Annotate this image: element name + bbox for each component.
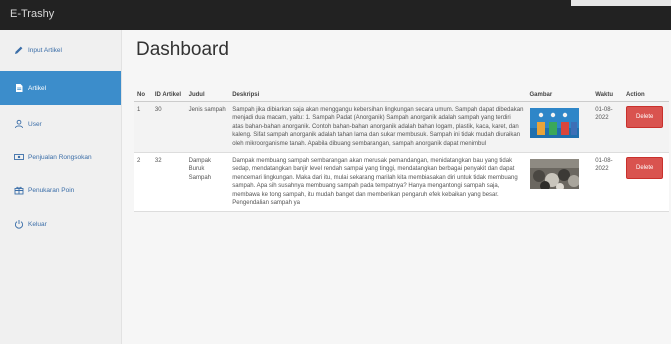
column-header-no: No — [134, 76, 152, 102]
sidebar-item-artikel[interactable]: Artikel — [0, 71, 121, 105]
money-icon — [14, 152, 24, 162]
column-header-waktu: Waktu — [592, 76, 624, 102]
delete-button[interactable]: Delete — [626, 106, 664, 129]
user-icon — [14, 119, 24, 129]
cell-judul: Dampak Buruk Sampah — [185, 152, 230, 213]
cell-id-artikel: 32 — [151, 152, 186, 213]
sidebar-item-label: User — [28, 120, 42, 128]
table-row: 1 30 Jenis sampah Sampah jika dibiarkan … — [134, 101, 669, 154]
cell-waktu: 01-08-2022 — [592, 101, 624, 154]
cell-action: Delete — [623, 152, 669, 213]
sidebar-item-label: Input Artikel — [28, 46, 62, 54]
cell-no: 2 — [134, 152, 152, 213]
cell-gambar — [526, 152, 593, 213]
column-header-id-artikel: ID Artikel — [151, 76, 186, 102]
sidebar-item-label: Penukaran Poin — [28, 186, 75, 194]
cell-gambar — [526, 101, 593, 154]
column-header-judul: Judul — [185, 76, 230, 102]
sidebar-item-keluar[interactable]: Keluar — [0, 207, 121, 241]
cell-judul: Jenis sampah — [185, 101, 230, 154]
cell-deskripsi: Sampah jika dibiarkan saja akan menggang… — [229, 101, 527, 154]
page-title: Dashboard — [136, 39, 229, 60]
sidebar-item-label: Penjualan Rongsokan — [28, 153, 92, 161]
cell-action: Delete — [623, 101, 669, 154]
main-content: Dashboard No ID Artikel Judul Deskripsi … — [122, 30, 671, 344]
sidebar-item-penjualan-rongsokan[interactable]: Penjualan Rongsokan — [0, 140, 121, 174]
table-header-row: No ID Artikel Judul Deskripsi Gambar Wak… — [134, 76, 669, 102]
power-icon — [14, 219, 24, 229]
top-navbar: E-Trashy — [0, 0, 671, 30]
article-thumbnail-image — [529, 108, 579, 138]
cell-no: 1 — [134, 101, 152, 154]
sidebar-item-penukaran-poin[interactable]: Penukaran Poin — [0, 173, 121, 207]
gift-icon — [14, 185, 24, 195]
cell-waktu: 01-08-2022 — [592, 152, 624, 213]
article-thumbnail-image — [529, 159, 579, 190]
app-brand[interactable]: E-Trashy — [10, 8, 54, 20]
articles-table: No ID Artikel Judul Deskripsi Gambar Wak… — [134, 76, 669, 213]
sidebar-item-label: Artikel — [28, 84, 47, 92]
topbar-right-area — [571, 0, 671, 6]
cell-id-artikel: 30 — [151, 101, 186, 154]
pencil-icon — [14, 45, 24, 55]
document-icon — [14, 83, 24, 93]
sidebar-item-input-artikel[interactable]: Input Artikel — [0, 33, 121, 67]
sidebar-item-user[interactable]: User — [0, 107, 121, 141]
table-row: 2 32 Dampak Buruk Sampah Dampak membuang… — [134, 152, 669, 213]
delete-button[interactable]: Delete — [626, 157, 664, 180]
column-header-gambar: Gambar — [526, 76, 593, 102]
cell-deskripsi: Dampak membuang sampah sembarangan akan … — [229, 152, 527, 213]
column-header-deskripsi: Deskripsi — [229, 76, 527, 102]
sidebar-item-label: Keluar — [28, 220, 47, 228]
column-header-action: Action — [623, 76, 669, 102]
sidebar: Input Artikel Artikel User Penjualan Ron… — [0, 30, 122, 344]
